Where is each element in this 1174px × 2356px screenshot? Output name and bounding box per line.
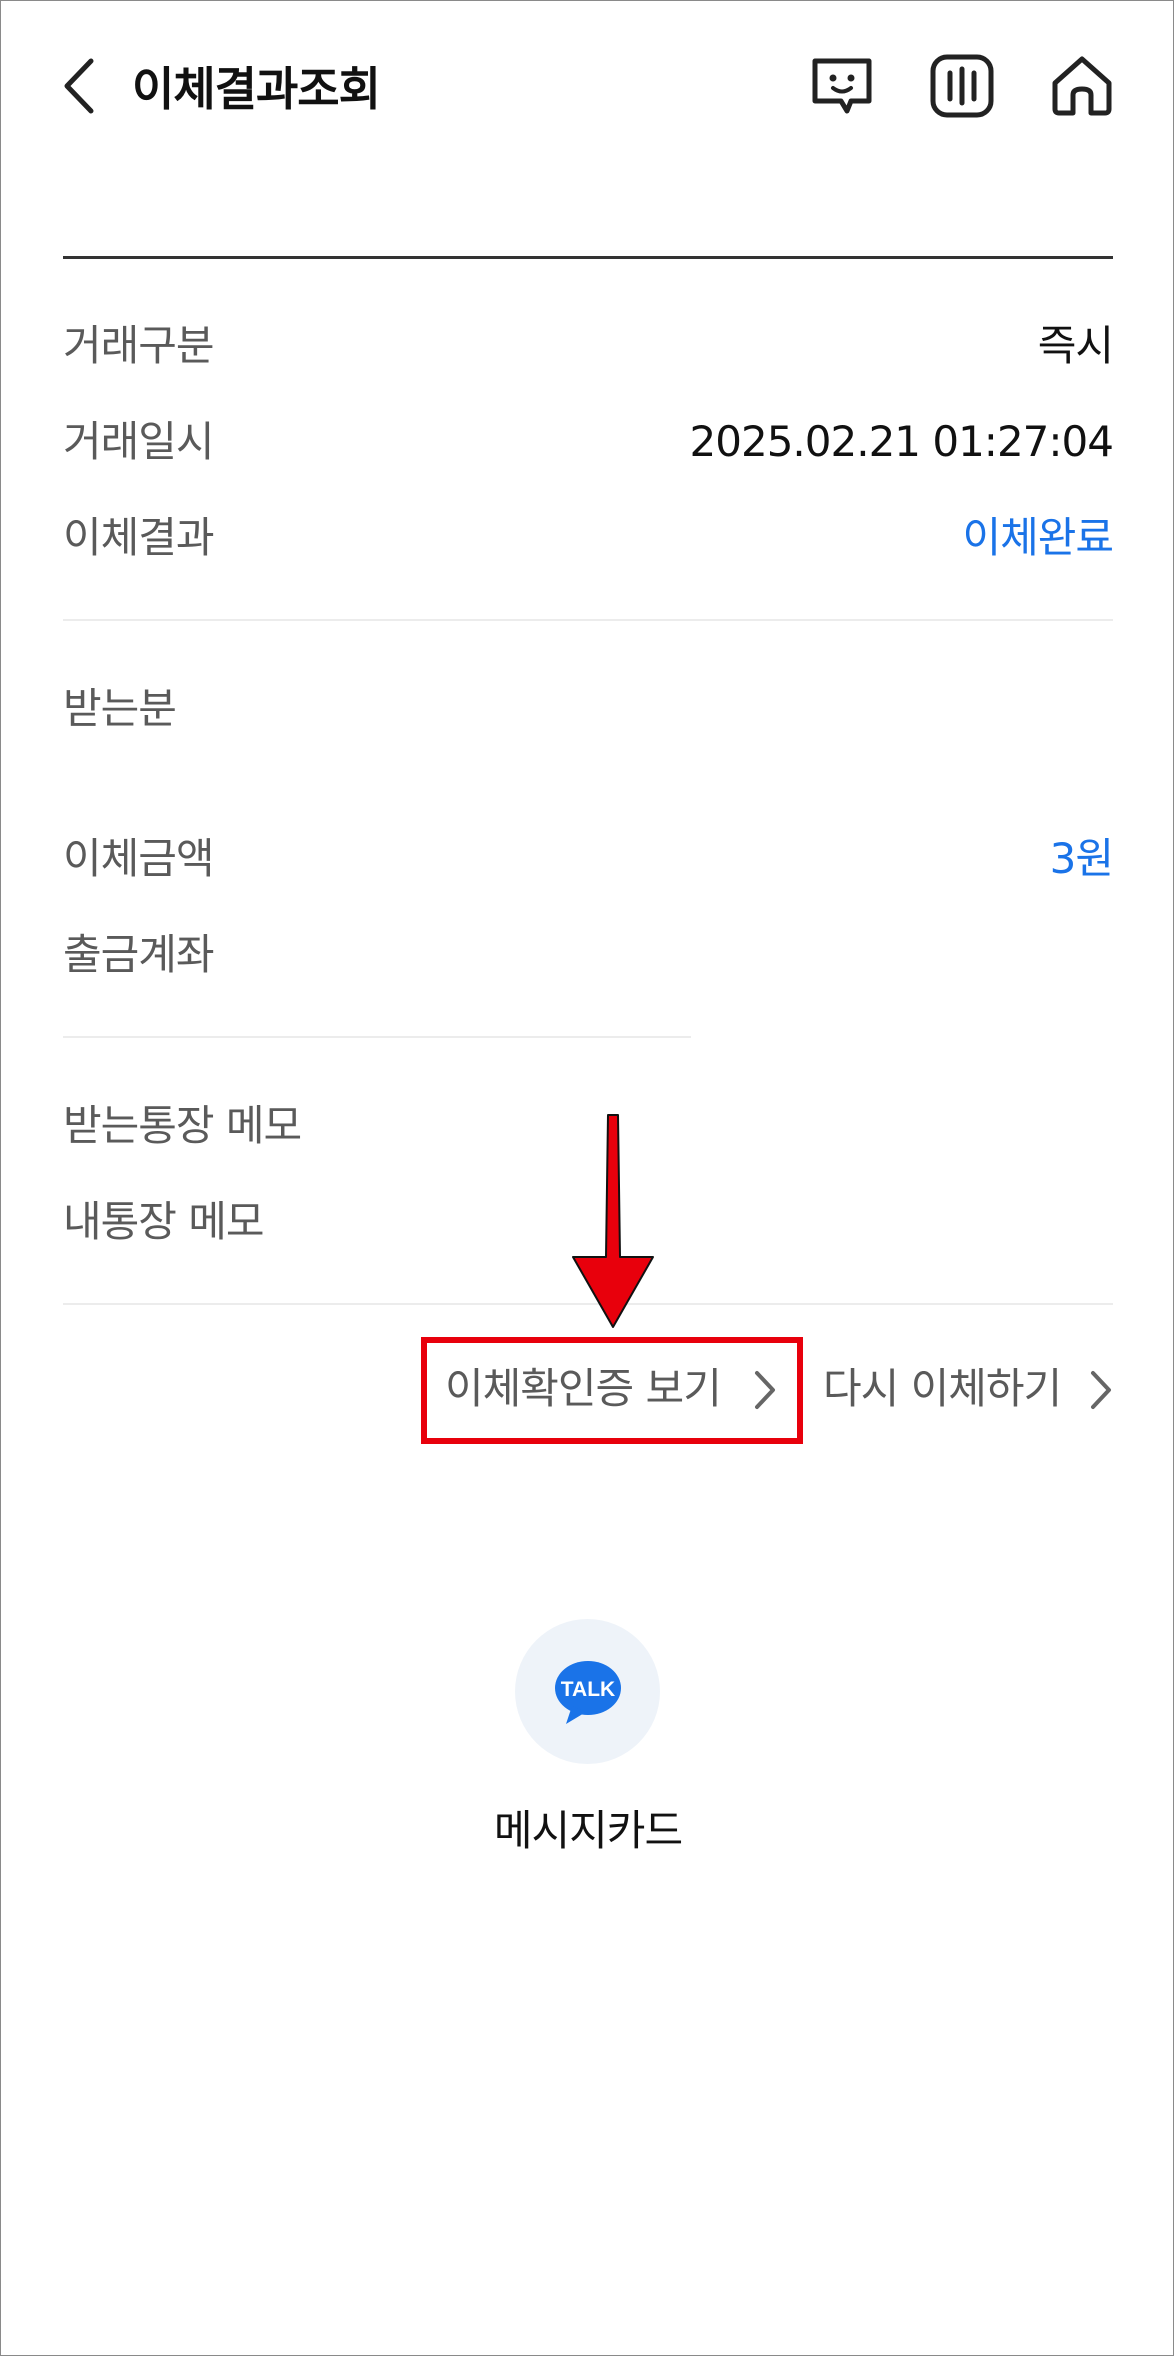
transaction-type-row: 거래구분 즉시 (63, 316, 1114, 376)
kakao-talk-icon: TALK (555, 1661, 621, 1724)
recipient-row: 받는분 (63, 679, 1113, 739)
message-card-label[interactable]: 메시지카드 (1, 1801, 1174, 1861)
transfer-again-link[interactable]: 다시 이체하기 (823, 1359, 1062, 1419)
view-confirmation-link[interactable]: 이체확인증 보기 (445, 1359, 722, 1419)
transfer-amount-row: 이체금액 3원 (63, 829, 1114, 889)
talk-badge-text: TALK (561, 1678, 615, 1701)
app-header: 이체결과조회 (1, 1, 1174, 171)
menu-icon[interactable] (927, 51, 997, 121)
header-divider (63, 256, 1113, 259)
section-divider (63, 619, 1113, 621)
transfer-result-label: 이체결과 (63, 513, 215, 562)
transfer-amount-label: 이체금액 (63, 834, 215, 883)
page-title: 이체결과조회 (132, 62, 381, 116)
home-icon[interactable] (1047, 51, 1117, 121)
chevron-right-icon (755, 1371, 775, 1409)
transfer-amount-value: 3원 (1049, 834, 1114, 883)
transaction-datetime-value: 2025.02.21 01:27:04 (689, 417, 1114, 466)
screen-frame: 이체결과조회 거래구분 즉시 거래일시 2025.02.21 01:27:04 … (0, 0, 1174, 2356)
withdrawal-account-row: 출금계좌 (63, 925, 1113, 985)
annotation-arrow-icon (572, 1114, 654, 1328)
withdrawal-account-label: 출금계좌 (63, 930, 215, 979)
chatbot-icon[interactable] (807, 51, 877, 121)
recipient-memo-label: 받는통장 메모 (63, 1101, 302, 1150)
chevron-right-icon[interactable] (1085, 1367, 1115, 1413)
transaction-datetime-row: 거래일시 2025.02.21 01:27:04 (63, 412, 1114, 472)
recipient-label: 받는분 (63, 684, 177, 733)
transaction-datetime-label: 거래일시 (63, 417, 215, 466)
transfer-result-value: 이체완료 (962, 513, 1114, 562)
transfer-result-row: 이체결과 이체완료 (63, 508, 1114, 568)
section-divider (63, 1036, 691, 1038)
chevron-left-icon[interactable] (53, 51, 113, 121)
transaction-type-label: 거래구분 (63, 321, 215, 370)
my-memo-label: 내통장 메모 (63, 1197, 265, 1246)
transaction-type-value: 즉시 (1037, 321, 1114, 370)
